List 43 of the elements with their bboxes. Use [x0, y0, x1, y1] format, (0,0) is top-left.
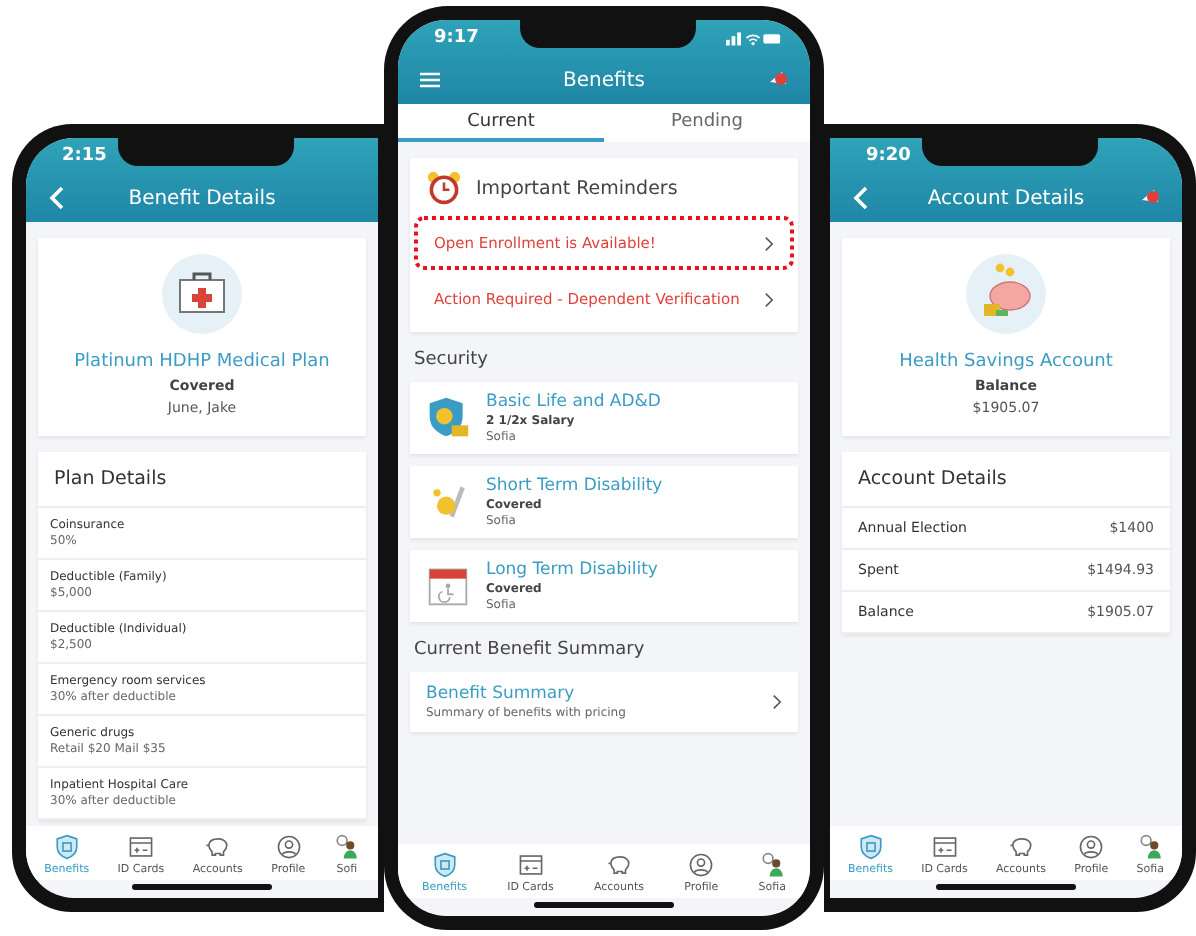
screen-title: Account Details [927, 187, 1085, 209]
section-title: Security [412, 348, 490, 370]
status-time: 9:20 [866, 144, 913, 166]
avatar-icon [333, 834, 360, 860]
profile-icon [275, 834, 302, 860]
id-card-icon [517, 852, 544, 878]
section-title: Important Reminders [476, 177, 678, 199]
home-indicator [936, 884, 1076, 890]
shield-icon [857, 834, 884, 860]
piggy-bank-icon [606, 852, 632, 878]
profile-icon [688, 852, 715, 878]
calendar-icon [426, 564, 470, 608]
home-indicator [534, 902, 674, 908]
shield-icon [53, 834, 80, 860]
shield-icon [431, 852, 458, 878]
chevron-icon [772, 694, 782, 710]
id-card-icon [931, 834, 958, 860]
avatar-icon [1137, 834, 1164, 860]
home-indicator [132, 884, 272, 890]
section-title: Plan Details [38, 452, 366, 508]
summary-title: Benefit Summary [426, 684, 577, 704]
status-time: 9:17 [434, 26, 481, 48]
section-title: Current Benefit Summary [412, 638, 647, 660]
status-icons [726, 28, 782, 48]
benefit-name: Long Term Disability [486, 560, 658, 580]
piggy-bank-icon [966, 254, 1046, 334]
screen-title: Benefit Details [128, 187, 276, 209]
status-time: 2:15 [62, 144, 109, 166]
id-card-icon [127, 834, 154, 860]
piggy-bank-icon [204, 834, 231, 860]
screen-title: Benefits [563, 69, 645, 91]
shield-coin-icon [426, 396, 470, 440]
section-title: Account Details [842, 452, 1170, 508]
piggy-bank-icon [1008, 834, 1034, 860]
alarm-clock-icon [426, 170, 462, 206]
benefit-name: Short Term Disability [486, 476, 663, 496]
avatar-icon [759, 852, 786, 878]
benefit-name: Basic Life and AD&D [486, 392, 661, 412]
menu-icon[interactable] [418, 68, 442, 92]
profile-icon [1078, 834, 1105, 860]
medical-kit-icon [162, 254, 242, 334]
chevron-icon [764, 291, 774, 307]
chevron-icon [764, 235, 774, 251]
